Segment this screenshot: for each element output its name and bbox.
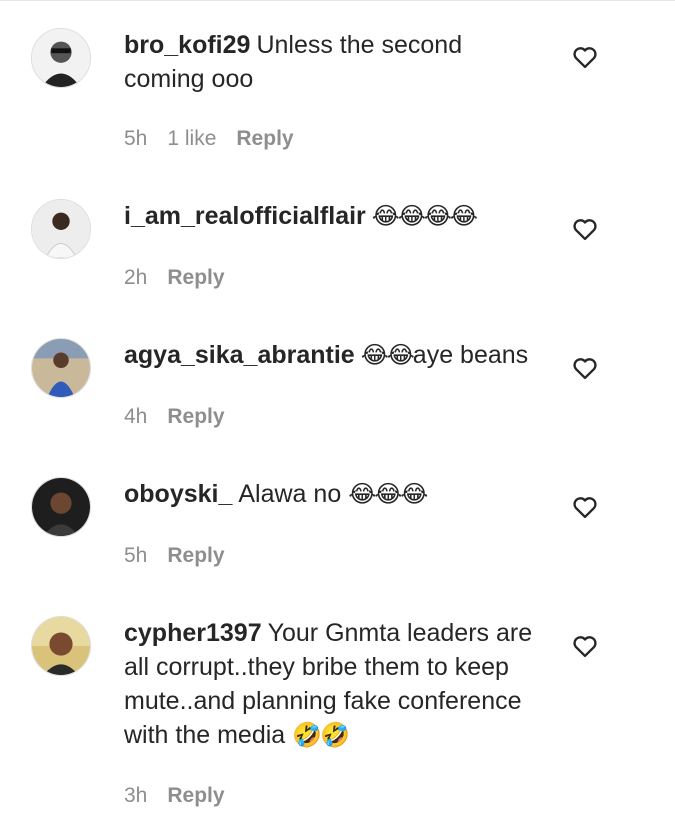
comment-text: agya_sika_abrantie 😂😂aye beans <box>124 338 544 372</box>
comment-username[interactable]: cypher1397 <box>124 619 262 647</box>
comment-text: oboyski_ Alawa no 😂😂😂 <box>124 477 544 511</box>
comment-text: bro_kofi29 Unless the second coming ooo <box>124 28 544 96</box>
comment-username[interactable]: agya_sika_abrantie <box>124 341 355 369</box>
comment-time: 5h <box>124 127 148 150</box>
comment-time: 3h <box>124 784 148 807</box>
like-heart-icon[interactable] <box>571 43 599 71</box>
comment-emoji: 😂😂😂😂 <box>371 202 478 230</box>
reply-button[interactable]: Reply <box>167 266 224 289</box>
avatar[interactable] <box>31 28 91 88</box>
comment-emoji: 😂😂 <box>360 341 415 369</box>
comment-time: 2h <box>124 266 148 289</box>
comment-likes[interactable]: 1 like <box>167 127 216 150</box>
like-heart-icon[interactable] <box>571 632 599 660</box>
comment-meta: 4h Reply <box>124 405 245 429</box>
comment-time: 5h <box>124 544 148 567</box>
like-heart-icon[interactable] <box>571 354 599 382</box>
comment-username[interactable]: bro_kofi29 <box>124 31 250 59</box>
like-heart-icon[interactable] <box>571 215 599 243</box>
comment-meta: 3h Reply <box>124 784 245 808</box>
comment-username[interactable]: oboyski_ <box>124 480 232 508</box>
comment-body: aye beans <box>412 341 529 369</box>
reply-button[interactable]: Reply <box>167 784 224 807</box>
comment-text: i_am_realofficialflair 😂😂😂😂 <box>124 199 544 233</box>
comment-username[interactable]: i_am_realofficialflair <box>124 202 366 230</box>
top-divider <box>0 0 675 1</box>
reply-button[interactable]: Reply <box>167 405 224 428</box>
comment-emoji: 🤣🤣 <box>292 721 350 749</box>
comment-meta: 5h 1 like Reply <box>124 127 314 151</box>
reply-button[interactable]: Reply <box>167 544 224 567</box>
comment-time: 4h <box>124 405 148 428</box>
comment-meta: 5h Reply <box>124 544 245 568</box>
comment-text: cypher1397 Your Gnmta leaders are all cor… <box>124 616 544 752</box>
avatar[interactable] <box>31 199 91 259</box>
reply-button[interactable]: Reply <box>236 127 293 150</box>
comment-emoji: 😂😂😂 <box>348 480 428 508</box>
avatar[interactable] <box>31 616 91 676</box>
avatar[interactable] <box>31 477 91 537</box>
comment-body: Alawa no <box>238 480 342 508</box>
like-heart-icon[interactable] <box>571 493 599 521</box>
avatar[interactable] <box>31 338 91 398</box>
comment-meta: 2h Reply <box>124 266 245 290</box>
